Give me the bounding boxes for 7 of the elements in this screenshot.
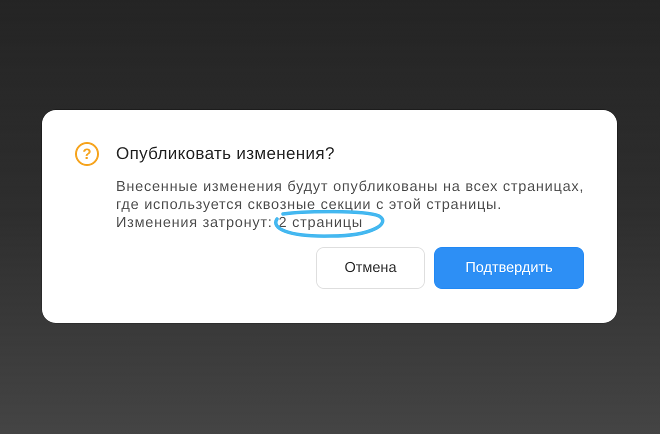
cancel-button[interactable]: Отмена xyxy=(316,247,425,289)
affected-label: Изменения затронут: xyxy=(116,214,273,232)
affected-count: 2 страницы xyxy=(278,214,363,232)
question-icon: ? xyxy=(75,142,99,166)
dialog-title: Опубликовать изменения? xyxy=(116,144,335,164)
message-line: где используется сквозные секции с этой страницы. xyxy=(116,196,502,214)
message-line: Внесенные изменения будут опубликованы на всех страницах, xyxy=(116,178,584,196)
